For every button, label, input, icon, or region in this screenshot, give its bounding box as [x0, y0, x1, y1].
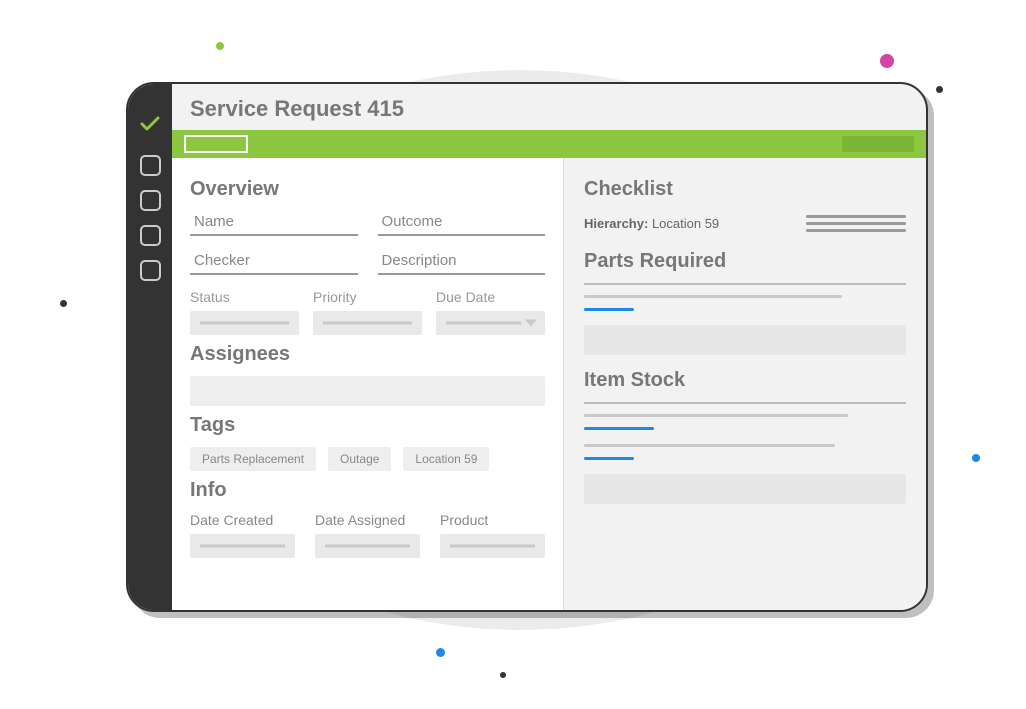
tag-location-59[interactable]: Location 59: [403, 447, 489, 471]
decor-dot-blue-2: [436, 648, 445, 657]
side-rail: [128, 84, 172, 612]
outcome-input[interactable]: [378, 234, 546, 236]
hierarchy-text: Hierarchy: Location 59: [584, 216, 719, 231]
date-assigned-label: Date Assigned: [315, 512, 420, 528]
stock-link-1[interactable]: [584, 427, 654, 430]
priority-label: Priority: [313, 289, 422, 305]
menu-icon[interactable]: [806, 211, 906, 236]
due-date-label: Due Date: [436, 289, 545, 305]
description-label: Description: [378, 250, 546, 271]
decor-dot-pink: [880, 54, 894, 68]
date-created-label: Date Created: [190, 512, 295, 528]
product-value: [440, 534, 545, 558]
stock-item-box[interactable]: [584, 474, 906, 504]
due-date-select[interactable]: [436, 311, 545, 335]
status-bar: [172, 130, 926, 158]
description-input[interactable]: [378, 273, 546, 275]
page-title: Service Request 415: [172, 84, 926, 130]
tablet-frame: Service Request 415 Overview Name Outcom…: [126, 82, 928, 612]
product-label: Product: [440, 512, 545, 528]
tag-parts-replacement[interactable]: Parts Replacement: [190, 447, 316, 471]
stock-link-2[interactable]: [584, 457, 634, 460]
checker-input[interactable]: [190, 273, 358, 275]
date-assigned-value: [315, 534, 420, 558]
checker-label: Checker: [190, 250, 358, 271]
info-heading: Info: [190, 479, 545, 502]
check-icon: [138, 112, 162, 141]
right-pane: Checklist Hierarchy: Location 59 Parts R…: [564, 158, 926, 610]
hierarchy-value: Location 59: [652, 216, 719, 231]
parts-link-1[interactable]: [584, 308, 634, 311]
parts-line-1: [584, 295, 842, 298]
rail-checkbox-2[interactable]: [140, 190, 161, 211]
tags-heading: Tags: [190, 414, 545, 437]
content-area: Service Request 415 Overview Name Outcom…: [172, 84, 926, 610]
hierarchy-label: Hierarchy:: [584, 216, 648, 231]
decor-dot-dark-1: [936, 86, 943, 93]
status-bar-field[interactable]: [184, 135, 248, 153]
date-created-value: [190, 534, 295, 558]
status-label: Status: [190, 289, 299, 305]
status-select[interactable]: [190, 311, 299, 335]
priority-select[interactable]: [313, 311, 422, 335]
parts-required-heading: Parts Required: [584, 250, 906, 273]
assignees-heading: Assignees: [190, 343, 545, 366]
decor-dot-blue-1: [972, 454, 980, 462]
assignees-field[interactable]: [190, 376, 545, 406]
overview-heading: Overview: [190, 178, 545, 201]
item-stock-heading: Item Stock: [584, 369, 906, 392]
divider: [584, 283, 906, 285]
decor-dot-dark-3: [500, 672, 506, 678]
outcome-label: Outcome: [378, 211, 546, 232]
checklist-heading: Checklist: [584, 178, 906, 201]
rail-checkbox-1[interactable]: [140, 155, 161, 176]
name-input[interactable]: [190, 234, 358, 236]
name-label: Name: [190, 211, 358, 232]
left-pane: Overview Name Outcome Checker: [172, 158, 564, 610]
divider: [584, 402, 906, 404]
parts-item-box[interactable]: [584, 325, 906, 355]
decor-dot-green: [216, 42, 224, 50]
tag-outage[interactable]: Outage: [328, 447, 391, 471]
stock-line-1: [584, 414, 848, 417]
rail-checkbox-4[interactable]: [140, 260, 161, 281]
rail-checkbox-3[interactable]: [140, 225, 161, 246]
stock-line-2: [584, 444, 835, 447]
status-bar-button[interactable]: [842, 136, 914, 152]
decor-dot-dark-2: [60, 300, 67, 307]
